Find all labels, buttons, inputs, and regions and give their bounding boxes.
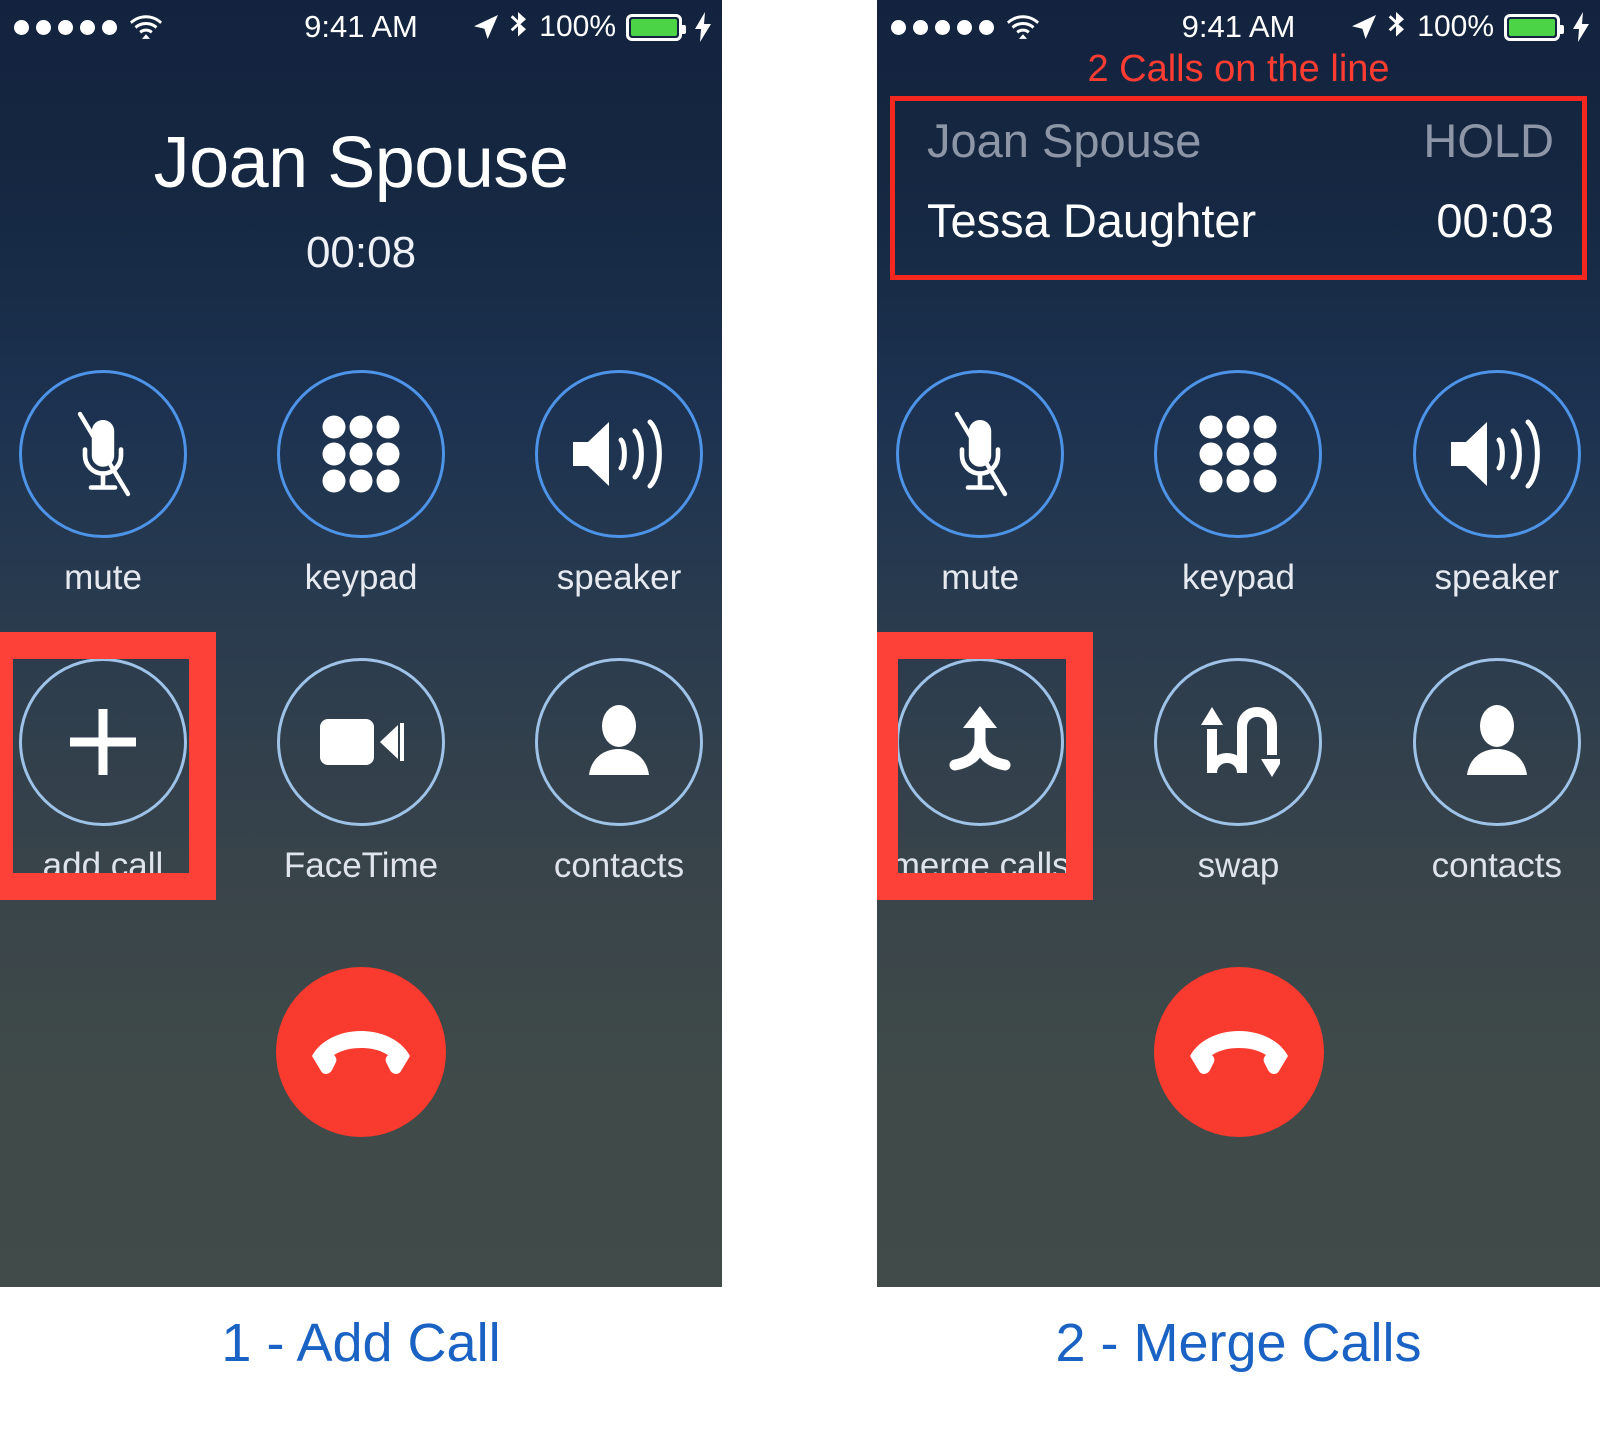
status-bar-2: 9:41 AM 100% <box>877 0 1600 54</box>
speaker-button[interactable]: speaker <box>1394 370 1600 598</box>
speaker-button[interactable]: speaker <box>516 370 722 598</box>
location-arrow-icon <box>473 14 499 40</box>
phone-screen-add-call: 9:41 AM 100% Joan Spouse 00:08 mute keyp… <box>0 0 722 1287</box>
keypad-button[interactable]: keypad <box>1135 370 1341 598</box>
microphone-muted-icon <box>66 411 140 497</box>
person-silhouette-icon <box>587 703 651 781</box>
facetime-button[interactable]: FaceTime <box>258 658 464 886</box>
keypad-dots-icon <box>1197 413 1279 495</box>
bluetooth-icon <box>1387 12 1407 42</box>
status-right-group-2: 100% <box>1351 0 1590 54</box>
add-call-button[interactable]: add call <box>0 632 216 900</box>
add-call-button-label: add call <box>42 846 164 885</box>
mute-button[interactable]: mute <box>877 370 1083 598</box>
status-bar-1: 9:41 AM 100% <box>0 0 722 54</box>
swap-arrows-icon <box>1196 703 1281 781</box>
controls-row-2b: merge calls swap contacts <box>877 632 1600 900</box>
controls-row-1b: add call FaceTime contacts <box>0 632 722 900</box>
speaker-waves-icon <box>571 414 667 494</box>
status-right-group-1: 100% <box>473 0 712 54</box>
battery-full-icon <box>1504 13 1564 41</box>
two-calls-annotation: 2 Calls on the line <box>1087 48 1390 90</box>
battery-percent-label: 100% <box>1417 10 1494 43</box>
call-timer-1: 00:08 <box>305 228 417 277</box>
speaker-waves-icon <box>1449 414 1545 494</box>
call-list-item-name: Tessa Daughter <box>927 194 1257 247</box>
call-list-item-hold[interactable]: Joan Spouse HOLD <box>927 113 1554 168</box>
microphone-muted-icon <box>943 411 1017 497</box>
end-call-button[interactable] <box>276 967 446 1137</box>
plus-icon <box>64 703 142 781</box>
battery-full-icon <box>626 13 686 41</box>
contacts-button[interactable]: contacts <box>516 658 722 886</box>
caption-step-1: 1 - Add Call <box>221 1313 501 1373</box>
controls-row-1a: mute keypad speaker <box>0 370 722 598</box>
end-call-button[interactable] <box>1153 967 1324 1137</box>
speaker-button-label: speaker <box>556 558 682 597</box>
battery-percent-label: 100% <box>539 10 616 43</box>
contacts-button[interactable]: contacts <box>1394 658 1600 886</box>
controls-row-2a: mute keypad speaker <box>877 370 1600 598</box>
person-silhouette-icon <box>1465 703 1529 781</box>
merge-arrow-icon <box>941 702 1019 782</box>
caption-step-2: 2 - Merge Calls <box>1055 1313 1422 1373</box>
contacts-button-label: contacts <box>553 846 685 885</box>
swap-button[interactable]: swap <box>1135 658 1341 886</box>
hang-up-handset-icon <box>1189 1029 1289 1075</box>
hang-up-handset-icon <box>311 1029 411 1075</box>
phone-screen-merge-calls: 9:41 AM 100% 2 Calls on the line Joan Sp… <box>877 0 1600 1287</box>
bluetooth-icon <box>509 12 529 42</box>
mute-button[interactable]: mute <box>0 370 206 598</box>
lightning-bolt-icon <box>692 12 712 42</box>
call-list-item-active[interactable]: Tessa Daughter 00:03 <box>927 193 1554 248</box>
keypad-button-label: keypad <box>304 558 418 597</box>
keypad-button[interactable]: keypad <box>258 370 464 598</box>
swap-button-label: swap <box>1197 846 1280 885</box>
lightning-bolt-icon <box>1570 12 1590 42</box>
contacts-button-label: contacts <box>1431 846 1562 885</box>
speaker-button-label: speaker <box>1434 558 1560 597</box>
merge-calls-button-label: merge calls <box>890 846 1070 885</box>
keypad-dots-icon <box>320 413 402 495</box>
call-list-item-status: 00:03 <box>1436 194 1554 247</box>
mute-button-label: mute <box>64 558 142 597</box>
facetime-button-label: FaceTime <box>283 846 439 885</box>
call-list-item-status: HOLD <box>1423 114 1554 167</box>
call-controls-grid-2: mute keypad speaker merge calls swap con… <box>877 370 1600 900</box>
video-camera-icon <box>318 713 404 771</box>
merge-calls-button[interactable]: merge calls <box>877 632 1094 900</box>
call-controls-grid-1: mute keypad speaker add call FaceTime co… <box>0 370 722 900</box>
call-list-item-name: Joan Spouse <box>927 114 1202 167</box>
keypad-button-label: keypad <box>1182 558 1295 597</box>
caller-name-1: Joan Spouse <box>153 123 569 203</box>
location-arrow-icon <box>1351 14 1377 40</box>
mute-button-label: mute <box>941 558 1020 597</box>
active-calls-list: Joan Spouse HOLD Tessa Daughter 00:03 <box>890 96 1587 280</box>
